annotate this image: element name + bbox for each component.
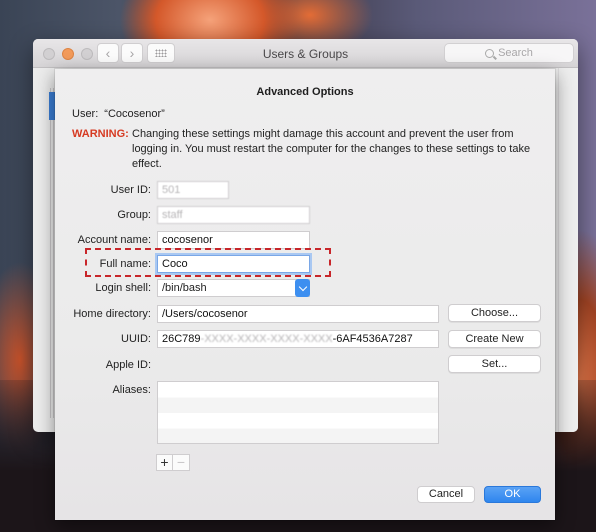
warning-label: WARNING: — [72, 128, 129, 140]
home-directory-label: Home directory: — [73, 308, 151, 320]
login-shell-label: Login shell: — [95, 282, 151, 294]
ok-button[interactable]: OK — [484, 486, 541, 503]
user-id-field[interactable]: 501 — [157, 181, 229, 199]
search-placeholder: Search — [498, 47, 533, 59]
sheet-title: Advanced Options — [256, 86, 354, 98]
user-line: User: “Cocosenor” — [72, 108, 165, 120]
full-name-highlight-annotation — [85, 248, 331, 277]
account-name-field[interactable]: cocosenor — [157, 231, 310, 249]
account-name-label: Account name: — [77, 234, 151, 246]
uuid-suffix: -6AF4536A7287 — [332, 333, 413, 345]
cancel-button[interactable]: Cancel — [417, 486, 475, 503]
choose-button[interactable]: Choose... — [448, 304, 541, 322]
user-id-label: User ID: — [110, 184, 151, 196]
add-alias-button[interactable]: + — [156, 454, 173, 471]
aliases-label: Aliases: — [112, 384, 151, 396]
user-value: “Cocosenor” — [104, 108, 165, 120]
advanced-options-sheet: Advanced Options User: “Cocosenor” WARNIN… — [55, 69, 555, 520]
aliases-list[interactable] — [157, 381, 439, 444]
uuid-label: UUID: — [121, 333, 151, 345]
chevron-down-icon[interactable] — [295, 279, 310, 297]
window-titlebar: ‹ › Users & Groups Search — [33, 39, 578, 68]
uuid-prefix: 26C789 — [162, 333, 201, 345]
uuid-obscured: ‑XXXX‑XXXX‑XXXX‑XXXX — [200, 333, 333, 345]
search-icon — [485, 48, 495, 58]
search-field[interactable]: Search — [444, 43, 574, 63]
login-shell-value: /bin/bash — [162, 282, 207, 294]
group-label: Group: — [117, 209, 151, 221]
login-shell-popup[interactable]: /bin/bash — [157, 279, 310, 297]
warning-text: Changing these settings might damage thi… — [132, 128, 531, 170]
create-new-uuid-button[interactable]: Create New — [448, 330, 541, 348]
user-label: User: — [72, 108, 99, 120]
remove-alias-button[interactable]: − — [173, 454, 190, 471]
home-directory-field[interactable]: /Users/cocosenor — [157, 305, 439, 323]
uuid-field[interactable]: 26C789‑XXXX‑XXXX‑XXXX‑XXXX-6AF4536A7287 — [157, 330, 439, 348]
set-apple-id-button[interactable]: Set... — [448, 355, 541, 373]
group-field[interactable]: staff — [157, 206, 310, 224]
window-right-panel — [558, 68, 578, 432]
aliases-add-remove: + − — [156, 454, 190, 471]
apple-id-label: Apple ID: — [105, 359, 151, 371]
